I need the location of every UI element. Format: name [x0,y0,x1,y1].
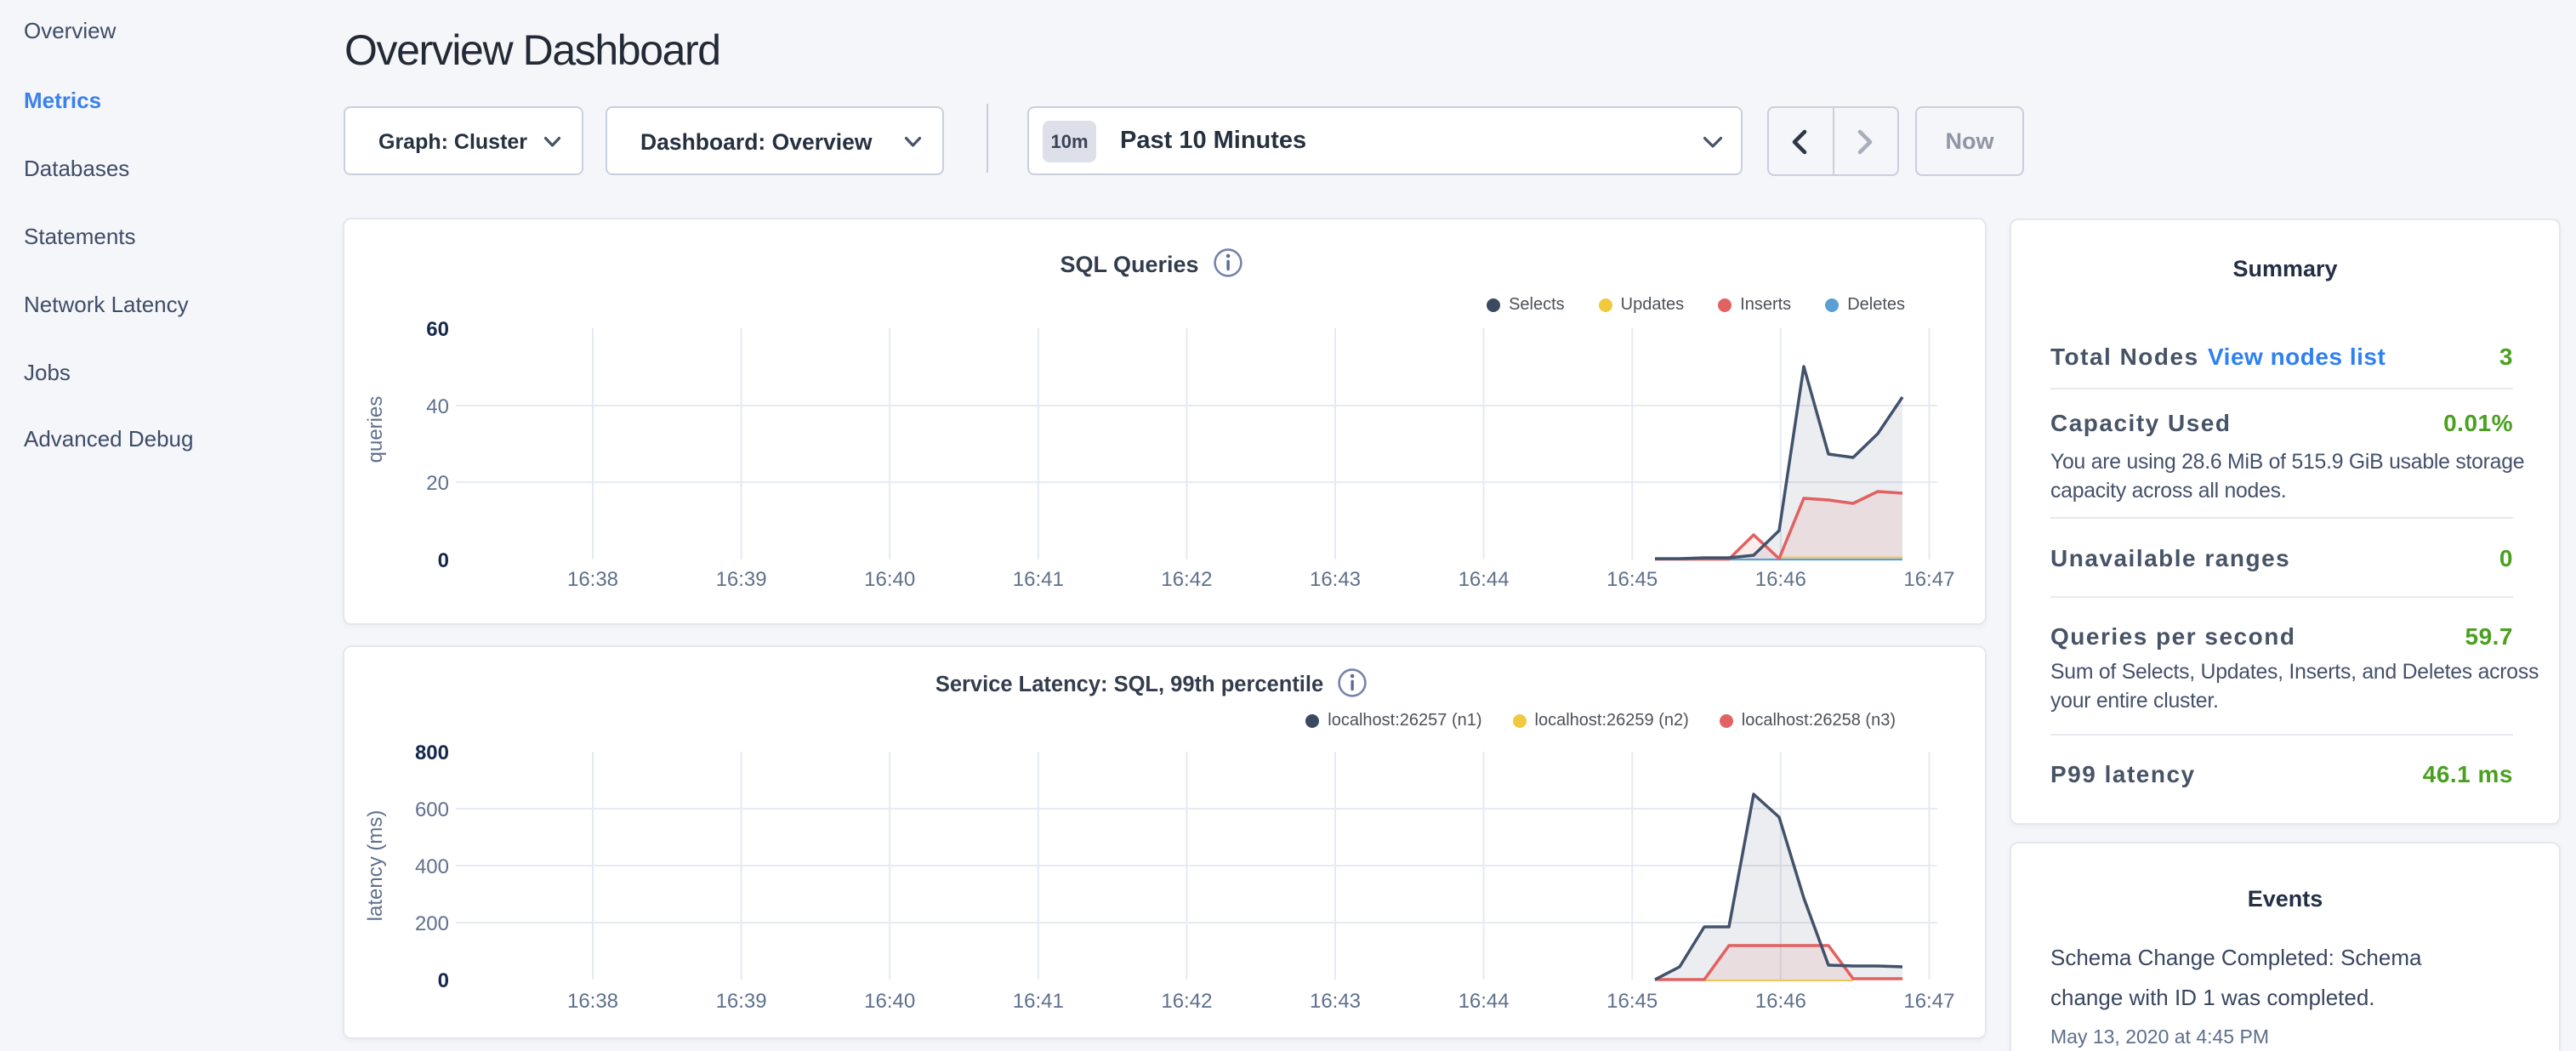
svg-text:16:42: 16:42 [1161,990,1212,1013]
svg-text:200: 200 [415,912,449,935]
svg-text:16:40: 16:40 [864,568,915,591]
svg-text:0: 0 [438,549,449,572]
svg-text:16:46: 16:46 [1755,990,1806,1013]
svg-text:16:41: 16:41 [1013,568,1064,591]
svg-text:0: 0 [438,969,449,992]
svg-text:16:45: 16:45 [1606,990,1658,1013]
svg-text:16:41: 16:41 [1013,990,1064,1013]
svg-text:20: 20 [426,472,449,495]
svg-text:16:44: 16:44 [1459,990,1510,1013]
svg-text:queries: queries [364,396,387,463]
svg-text:16:46: 16:46 [1755,568,1806,591]
svg-text:40: 40 [426,395,449,418]
svg-text:600: 600 [415,798,449,821]
svg-text:16:44: 16:44 [1459,568,1510,591]
svg-text:16:45: 16:45 [1606,568,1658,591]
svg-text:latency (ms): latency (ms) [364,810,387,922]
svg-text:60: 60 [426,318,449,341]
svg-text:16:43: 16:43 [1310,568,1361,591]
svg-text:16:47: 16:47 [1903,990,1954,1013]
svg-text:16:39: 16:39 [716,568,767,591]
svg-text:16:39: 16:39 [716,990,767,1013]
svg-text:16:40: 16:40 [864,990,915,1013]
svg-text:16:43: 16:43 [1310,990,1361,1013]
svg-text:16:38: 16:38 [567,568,618,591]
svg-text:16:42: 16:42 [1161,568,1212,591]
svg-text:800: 800 [415,741,449,764]
svg-text:16:38: 16:38 [567,990,618,1013]
svg-text:16:47: 16:47 [1903,568,1954,591]
svg-text:400: 400 [415,855,449,878]
